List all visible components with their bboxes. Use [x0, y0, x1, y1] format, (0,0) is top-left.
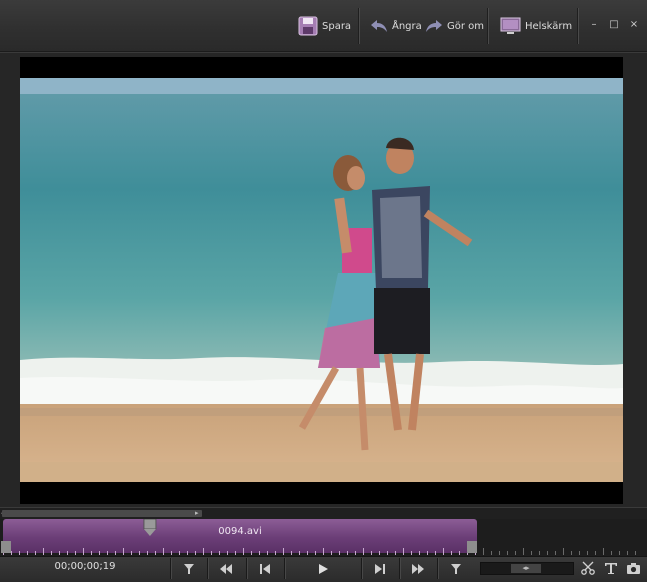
scroll-right-icon[interactable]: ▸ — [195, 509, 199, 517]
play-button[interactable] — [284, 558, 361, 579]
timecode-display[interactable]: 00;00;00;19 — [28, 561, 142, 572]
video-monitor — [20, 57, 623, 504]
redo-label: Gör om — [447, 20, 485, 32]
fullscreen-label: Helskärm — [525, 20, 573, 32]
rewind-icon — [220, 563, 232, 574]
playhead-layer — [1, 519, 477, 553]
toolbar-divider — [358, 8, 359, 44]
step-forward-button[interactable] — [361, 558, 398, 579]
clip-end-handle[interactable] — [467, 541, 477, 553]
step-back-icon — [260, 563, 270, 574]
undo-label: Ångra — [392, 20, 422, 32]
snapshot-button[interactable] — [625, 560, 641, 576]
save-icon — [298, 16, 318, 36]
fullscreen-icon — [500, 17, 521, 34]
step-back-button[interactable] — [246, 558, 283, 579]
fullscreen-button[interactable]: Helskärm — [500, 14, 572, 38]
undo-icon — [371, 20, 387, 32]
maximize-button[interactable]: □ — [607, 18, 621, 32]
video-frame — [20, 78, 623, 482]
close-button[interactable]: × — [627, 18, 641, 32]
mark-out-button[interactable] — [437, 558, 474, 579]
save-button[interactable]: Spara — [298, 14, 351, 38]
undo-button[interactable]: Ångra — [370, 14, 422, 38]
jog-shuttle[interactable]: ◂▸ — [480, 562, 574, 575]
step-forward-icon — [375, 563, 385, 574]
scrollbar-thumb[interactable] — [2, 510, 202, 517]
jog-knob[interactable]: ◂▸ — [511, 564, 541, 573]
save-label: Spara — [322, 20, 352, 32]
redo-button[interactable]: Gör om — [425, 14, 484, 38]
mark-in-button[interactable] — [170, 558, 207, 579]
redo-icon — [426, 20, 442, 32]
add-title-button[interactable] — [603, 560, 619, 576]
mark-out-icon — [451, 563, 461, 574]
playhead[interactable] — [143, 519, 157, 536]
fast-forward-button[interactable] — [399, 558, 436, 579]
beach-scene-image — [20, 78, 623, 482]
rewind-button[interactable] — [207, 558, 244, 579]
clip-start-handle[interactable] — [1, 541, 11, 553]
toolbar-divider — [577, 8, 578, 44]
fast-forward-icon — [412, 563, 424, 574]
camera-icon — [626, 562, 640, 574]
toolbar-divider — [487, 8, 488, 44]
split-clip-button[interactable] — [580, 560, 596, 576]
scissors-icon — [581, 561, 595, 575]
minimize-button[interactable]: – — [587, 18, 601, 32]
play-icon — [319, 563, 328, 574]
text-icon — [605, 563, 617, 574]
mark-in-icon — [184, 563, 194, 574]
